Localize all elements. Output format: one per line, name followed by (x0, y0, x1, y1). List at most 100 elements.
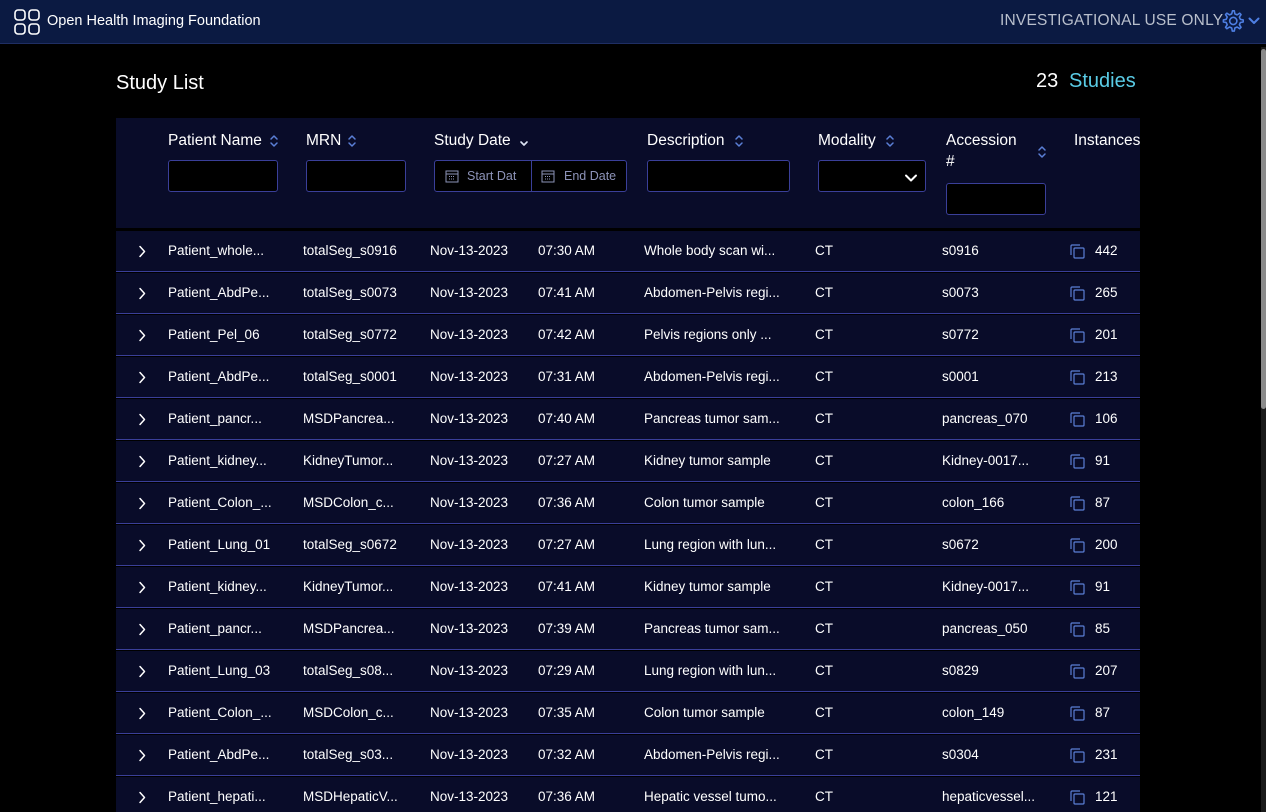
instances-cell: 85 (1095, 621, 1111, 636)
sort-icon[interactable] (885, 133, 895, 149)
mrn-cell: totalSeg_s0772 (303, 327, 397, 342)
instances-cell: 91 (1095, 579, 1111, 594)
chevron-right-icon[interactable] (138, 749, 146, 762)
table-row[interactable]: Patient_Colon_... MSDColon_c... Nov-13-202… (116, 483, 1140, 524)
table-row[interactable]: Patient_Colon_... MSDColon_c... Nov-13-202… (116, 693, 1140, 734)
accession-cell: s0304 (942, 747, 979, 762)
start-date-input[interactable]: Start Dat (435, 161, 531, 191)
accession-filter-input[interactable] (946, 183, 1046, 215)
instances-cell: 442 (1095, 243, 1118, 258)
table-row[interactable]: Patient_Lung_01 totalSeg_s0672 Nov-13-2023… (116, 525, 1140, 566)
mrn-cell: MSDColon_c... (303, 705, 394, 720)
instances-stack-icon (1070, 622, 1085, 637)
patient-name-cell: Patient_pancr... (168, 621, 262, 636)
description-cell: Whole body scan wi... (644, 243, 776, 258)
table-row[interactable]: Patient_AbdPe... totalSeg_s0073 Nov-13-202… (116, 273, 1140, 314)
column-header-mrn[interactable]: MRN (306, 132, 341, 150)
table-row[interactable]: Patient_AbdPe... totalSeg_s0001 Nov-13-202… (116, 357, 1140, 398)
mrn-filter-input[interactable] (306, 160, 406, 192)
gear-icon[interactable] (1219, 8, 1246, 35)
table-row[interactable]: Patient_kidney... KidneyTumor... Nov-13-20… (116, 567, 1140, 608)
instances-stack-icon (1070, 454, 1085, 469)
scrollbar-thumb[interactable] (1261, 49, 1266, 409)
table-row[interactable]: Patient_pancr... MSDPancrea... Nov-13-2023… (116, 399, 1140, 440)
study-date-cell: Nov-13-2023 (430, 537, 509, 552)
table-row[interactable]: Patient_whole... totalSeg_s0916 Nov-13-202… (116, 231, 1140, 272)
study-time-cell: 07:31 AM (538, 369, 596, 384)
description-cell: Pelvis regions only ... (644, 327, 772, 342)
description-cell: Abdomen-Pelvis regi... (644, 285, 780, 300)
table-row[interactable]: Patient_Lung_03 totalSeg_s08... Nov-13-202… (116, 651, 1140, 692)
sort-icon[interactable] (734, 133, 744, 149)
chevron-right-icon[interactable] (138, 413, 146, 426)
patient-name-cell: Patient_AbdPe... (168, 747, 270, 762)
accession-cell: s0073 (942, 285, 979, 300)
table-row[interactable]: Patient_Pel_06 totalSeg_s0772 Nov-13-2023 0… (116, 315, 1140, 356)
chevron-right-icon[interactable] (138, 707, 146, 720)
sort-descending-icon[interactable] (519, 133, 529, 149)
patient-name-cell: Patient_AbdPe... (168, 369, 270, 384)
instances-cell: 121 (1095, 789, 1118, 804)
modality-cell: CT (815, 285, 833, 300)
description-cell: Abdomen-Pelvis regi... (644, 747, 780, 762)
accession-cell: s0672 (942, 537, 979, 552)
description-filter-input[interactable] (647, 160, 790, 192)
ohif-logo-icon[interactable] (14, 9, 40, 35)
chevron-right-icon[interactable] (138, 371, 146, 384)
chevron-right-icon[interactable] (138, 455, 146, 468)
study-time-cell: 07:36 AM (538, 789, 596, 804)
chevron-right-icon[interactable] (138, 497, 146, 510)
table-row[interactable]: Patient_kidney... KidneyTumor... Nov-13-20… (116, 441, 1140, 482)
app-title[interactable]: Open Health Imaging Foundation (47, 13, 261, 29)
sort-icon[interactable] (347, 133, 357, 149)
chevron-right-icon[interactable] (138, 791, 146, 804)
modality-cell: CT (815, 411, 833, 426)
study-date-cell: Nov-13-2023 (430, 663, 509, 678)
patient-name-cell: Patient_Lung_01 (168, 537, 271, 552)
patient-name-cell: Patient_AbdPe... (168, 285, 270, 300)
chevron-right-icon[interactable] (138, 539, 146, 552)
study-date-cell: Nov-13-2023 (430, 285, 509, 300)
table-row[interactable]: Patient_pancr... MSDPancrea... Nov-13-2023… (116, 609, 1140, 650)
chevron-right-icon[interactable] (138, 245, 146, 258)
column-header-study-date[interactable]: Study Date (434, 132, 511, 150)
column-header-accession[interactable]: Accession (946, 132, 1017, 150)
instances-cell: 207 (1095, 663, 1118, 678)
modality-cell: CT (815, 453, 833, 468)
description-cell: Kidney tumor sample (644, 579, 771, 594)
sort-icon[interactable] (269, 133, 279, 149)
column-header-instances[interactable]: Instances (1074, 132, 1140, 150)
patient-name-cell: Patient_whole... (168, 243, 265, 258)
accession-cell: hepaticvessel... (942, 789, 1036, 804)
table-row[interactable]: Patient_AbdPe... totalSeg_s03... Nov-13-20… (116, 735, 1140, 776)
mrn-cell: totalSeg_s08... (303, 663, 394, 678)
chevron-right-icon[interactable] (138, 623, 146, 636)
sort-icon[interactable] (1037, 144, 1047, 160)
modality-cell: CT (815, 369, 833, 384)
instances-stack-icon (1070, 286, 1085, 301)
chevron-right-icon[interactable] (138, 329, 146, 342)
description-cell: Hepatic vessel tumo... (644, 789, 777, 804)
page-scrollbar[interactable] (1261, 47, 1266, 812)
study-time-cell: 07:35 AM (538, 705, 596, 720)
chevron-right-icon[interactable] (138, 581, 146, 594)
patient-name-filter-input[interactable] (168, 160, 278, 192)
chevron-right-icon[interactable] (138, 287, 146, 300)
column-header-patient-name[interactable]: Patient Name (168, 132, 262, 150)
patient-name-cell: Patient_Lung_03 (168, 663, 271, 678)
mrn-cell: MSDPancrea... (303, 411, 395, 426)
end-date-input[interactable]: End Date (532, 161, 627, 191)
description-cell: Pancreas tumor sam... (644, 411, 780, 426)
column-header-accession-suffix[interactable]: # (946, 153, 955, 171)
column-header-modality[interactable]: Modality (818, 132, 876, 150)
modality-cell: CT (815, 243, 833, 258)
chevron-right-icon[interactable] (138, 665, 146, 678)
chevron-down-icon[interactable] (1248, 16, 1260, 26)
instances-cell: 91 (1095, 453, 1111, 468)
study-time-cell: 07:27 AM (538, 453, 596, 468)
table-row[interactable]: Patient_hepati... MSDHepaticV... Nov-13-20… (116, 777, 1140, 812)
column-header-description[interactable]: Description (647, 132, 725, 150)
modality-filter-select[interactable] (818, 160, 926, 192)
study-table-body: Patient_whole... totalSeg_s0916 Nov-13-202… (116, 231, 1140, 812)
patient-name-cell: Patient_Colon_... (168, 495, 272, 510)
